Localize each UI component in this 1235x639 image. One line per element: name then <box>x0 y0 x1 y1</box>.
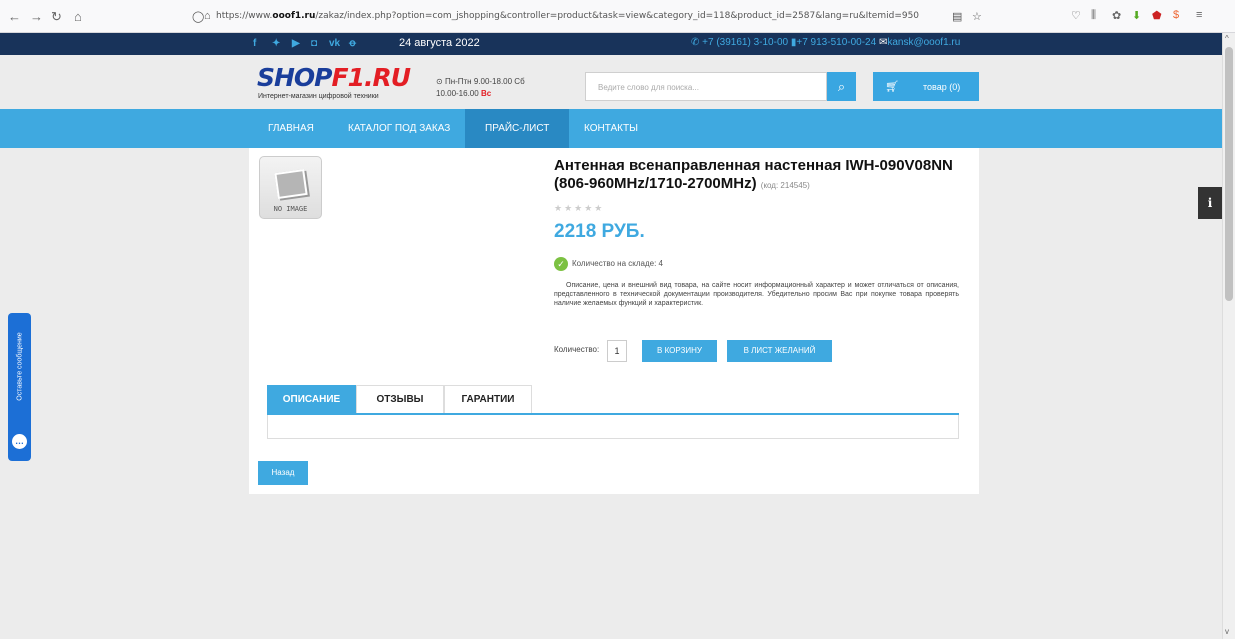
feedback-label: Оставьте сообщение <box>16 332 24 401</box>
current-date: 24 августа 2022 <box>399 37 480 49</box>
search-input[interactable]: Ведите слово для поиска... <box>585 72 827 101</box>
tab-description[interactable]: ОПИСАНИЕ <box>267 385 356 413</box>
shield-icon: ◯ <box>192 11 205 23</box>
tab-reviews[interactable]: ОТЗЫВЫ <box>356 385 444 413</box>
product-tabs: ОПИСАНИЕ ОТЗЫВЫ ГАРАНТИИ <box>267 385 959 440</box>
page-scrollbar[interactable]: ^ v <box>1222 33 1235 639</box>
forward-arrow-icon[interactable]: → <box>30 9 43 24</box>
main-menu: ГЛАВНАЯ КАТАЛОГ ПОД ЗАКАЗ ПРАЙС-ЛИСТ КОН… <box>0 109 1222 148</box>
product-page: NO IMAGE Антенная всенаправленная настен… <box>249 148 979 494</box>
add-to-cart-button[interactable]: В КОРЗИНУ <box>642 340 717 362</box>
scroll-up-icon[interactable]: ^ <box>1225 34 1229 43</box>
menu-item-home[interactable]: ГЛАВНАЯ <box>252 109 330 148</box>
search-button[interactable]: ⌕ <box>827 72 856 101</box>
feedback-widget[interactable]: Оставьте сообщение … <box>8 313 31 461</box>
phone-icon: ✆ <box>691 37 703 48</box>
vk-icon[interactable]: vk <box>329 38 340 49</box>
menu-item-catalog[interactable]: КАТАЛОГ ПОД ЗАКАЗ <box>332 109 466 148</box>
product-title: Антенная всенаправленная настенная IWH-0… <box>554 157 953 192</box>
photo-placeholder-icon <box>274 169 308 199</box>
extension-icon[interactable]: ✿ <box>1112 9 1121 22</box>
facebook-icon[interactable]: f <box>253 38 256 49</box>
product-price: 2218 РУБ. <box>554 221 645 242</box>
email-link[interactable]: kansk@ooof1.ru <box>887 37 960 48</box>
tab-warranty[interactable]: ГАРАНТИИ <box>444 385 532 413</box>
clock-icon: ⊙ <box>436 77 445 86</box>
mobile-number[interactable]: +7 913-510-00-24 <box>796 37 876 48</box>
reader-view-icon[interactable]: ▤ <box>952 10 962 23</box>
reload-icon[interactable]: ↻ <box>51 9 62 25</box>
bookmark-star-icon[interactable]: ☆ <box>972 10 982 23</box>
phone-number[interactable]: +7 (39161) 3-10-00 <box>702 37 788 48</box>
info-button[interactable]: i <box>1198 187 1222 219</box>
instagram-icon[interactable]: ◘ <box>311 38 317 49</box>
info-icon: i <box>1207 196 1213 210</box>
check-icon: ✓ <box>554 257 568 271</box>
add-to-wishlist-button[interactable]: В ЛИСТ ЖЕЛАНИЙ <box>727 340 832 362</box>
rating-stars: ★★★★★ <box>554 203 605 213</box>
browser-toolbar: ← → ↻ ⌂ ◯ ⌂ https://www.ooof1.ru/zakaz/i… <box>0 0 1235 33</box>
quantity-label: Количество: <box>554 345 600 354</box>
cart-label: товар (0) <box>923 82 961 92</box>
youtube-icon[interactable]: ▶ <box>292 38 300 49</box>
menu-item-contacts[interactable]: КОНТАКТЫ <box>568 109 654 148</box>
adblock-icon[interactable]: ⬟ <box>1152 9 1162 22</box>
menu-icon[interactable]: ≡ <box>1196 9 1202 21</box>
back-button[interactable]: Назад <box>258 461 308 485</box>
chat-icon: … <box>12 434 27 449</box>
site-logo[interactable]: SHOPF1.RU <box>257 63 411 92</box>
top-info-bar: f ✦ ▶ ◘ vk ꝋ 24 августа 2022 ✆ +7 (39161… <box>0 33 1222 55</box>
stock-status: ✓ Количество на складе: 4 <box>554 257 663 271</box>
scroll-thumb[interactable] <box>1225 47 1233 301</box>
url-bar[interactable]: ◯ ⌂ https://www.ooof1.ru/zakaz/index.php… <box>192 6 992 28</box>
site-header: SHOPF1.RU Интернет-магазин цифровой техн… <box>0 55 1222 109</box>
tab-content <box>267 415 959 439</box>
contact-info: ✆ +7 (39161) 3-10-00 ▮+7 913-510-00-24 ✉… <box>691 37 960 48</box>
quantity-input[interactable]: 1 <box>607 340 627 362</box>
url-text: https://www.ooof1.ru/zakaz/index.php?opt… <box>216 11 920 21</box>
twitter-icon[interactable]: ✦ <box>272 38 280 49</box>
home-icon[interactable]: ⌂ <box>74 9 82 24</box>
addon-icon[interactable]: $ <box>1173 9 1179 21</box>
pocket-icon[interactable]: ♡ <box>1071 9 1081 22</box>
download-icon[interactable]: ⬇ <box>1132 9 1141 22</box>
menu-item-pricelist[interactable]: ПРАЙС-ЛИСТ <box>465 109 570 148</box>
product-disclaimer: Описание, цена и внешний вид товара, на … <box>554 282 959 307</box>
product-code: (код: 214545) <box>760 181 810 190</box>
cart-button[interactable]: 🛒︎ товар (0) <box>873 72 979 101</box>
search-icon: ⌕ <box>837 79 846 94</box>
cart-icon: 🛒︎ <box>885 81 899 93</box>
odnoklassniki-icon[interactable]: ꝋ <box>349 38 356 49</box>
working-hours: ⊙ Пн-Птн 9.00-18.00 Сб 10.00-16.00 Вс <box>436 77 525 98</box>
library-icon[interactable]: ⫼ <box>1091 9 1096 22</box>
product-image[interactable]: NO IMAGE <box>259 156 322 219</box>
lock-icon: ⌂ <box>204 10 211 22</box>
logo-subtitle: Интернет-магазин цифровой техники <box>258 93 379 100</box>
scroll-down-icon[interactable]: v <box>1225 627 1229 636</box>
back-arrow-icon[interactable]: ← <box>8 9 21 24</box>
